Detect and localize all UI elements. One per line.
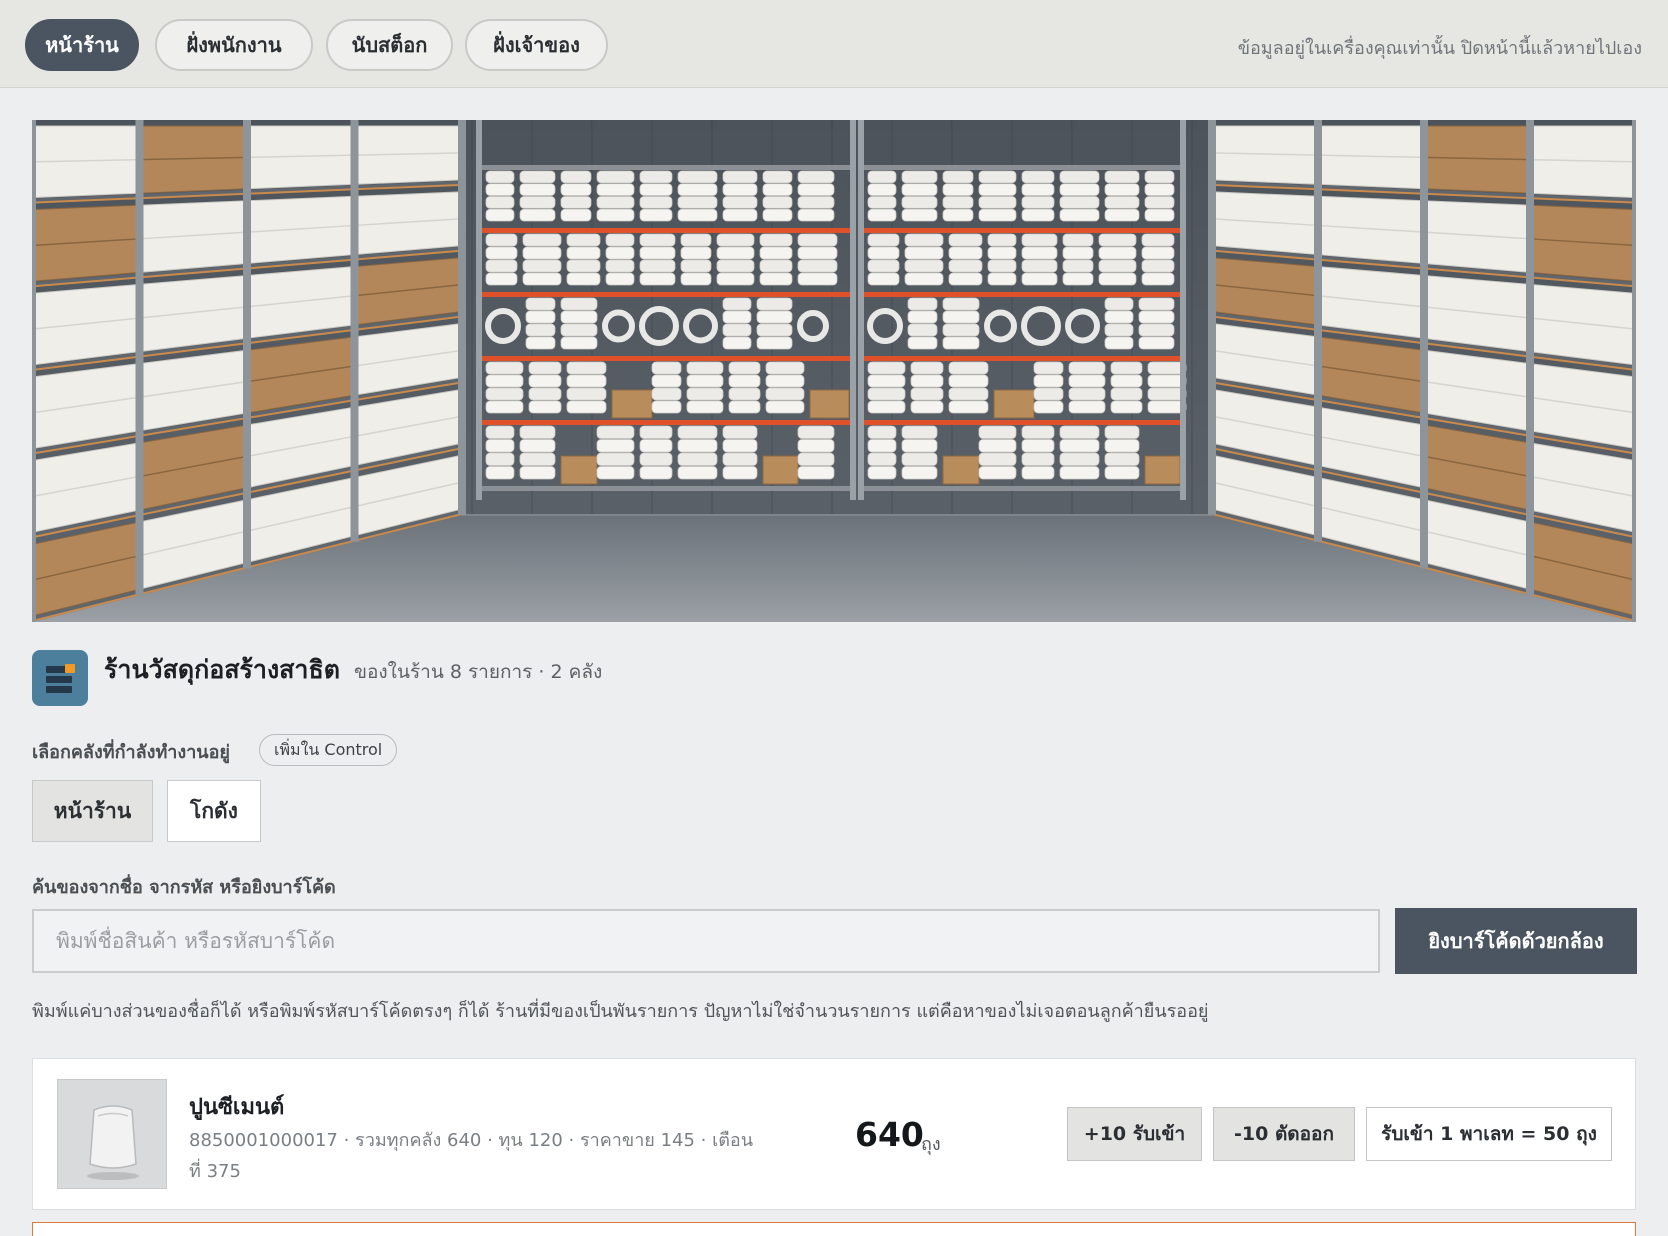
receive-pallet-button[interactable]: รับเข้า 1 พาเลท = 50 ถุง (1366, 1107, 1612, 1161)
product-card: ปูนซีเมนต์ 8850001000017 · รวมทุกคลัง 64… (32, 1058, 1636, 1210)
tab-staff[interactable]: ฝั่งพนักงาน (155, 19, 313, 71)
privacy-note: ข้อมูลอยู่ในเครื่องคุณเท่านั้น ปิดหน้านี… (1237, 38, 1642, 59)
product-quantity: 640 (855, 1115, 924, 1154)
warehouse-select-label: เลือกคลังที่กำลังทำงานอยู่ (32, 742, 230, 763)
search-input[interactable] (32, 909, 1380, 973)
cement-bag-icon (58, 1080, 166, 1188)
shop-logo (32, 650, 88, 706)
tab-owner[interactable]: ฝั่งเจ้าของ (465, 19, 608, 71)
tab-storefront[interactable]: หน้าร้าน (25, 19, 139, 71)
next-product-card (32, 1222, 1636, 1236)
search-hint: พิมพ์แค่บางส่วนของชื่อก็ได้ หรือพิมพ์รหั… (32, 1001, 1209, 1022)
logo-accent (65, 664, 75, 673)
product-name: ปูนซีเมนต์ (189, 1095, 285, 1120)
product-meta: 8850001000017 · รวมทุกคลัง 640 · ทุน 120… (189, 1130, 754, 1182)
top-nav: หน้าร้าน ฝั่งพนักงาน นับสต็อก ฝั่งเจ้าขอ… (0, 0, 1668, 88)
shop-summary: ของในร้าน 8 รายการ · 2 คลัง (354, 661, 603, 683)
tab-stock-count[interactable]: นับสต็อก (326, 19, 453, 71)
receive-10-button[interactable]: +10 รับเข้า (1067, 1107, 1202, 1161)
warehouse-option-storefront[interactable]: หน้าร้าน (32, 780, 153, 842)
warehouse-option-godown[interactable]: โกดัง (167, 780, 261, 842)
scan-barcode-button[interactable]: ยิงบาร์โค้ดด้วยกล้อง (1395, 908, 1637, 974)
add-in-control-pill[interactable]: เพิ่มใน Control (259, 734, 398, 766)
warehouse-hero-image (32, 120, 1636, 622)
cut-10-button[interactable]: -10 ตัดออก (1213, 1107, 1355, 1161)
search-label: ค้นของจากชื่อ จากรหัส หรือยิงบาร์โค้ด (32, 877, 336, 898)
warehouse-illustration (32, 120, 1636, 622)
shop-name: ร้านวัสดุก่อสร้างสาธิต (104, 655, 340, 684)
product-thumbnail (57, 1079, 167, 1189)
product-unit: ถุง (921, 1134, 941, 1155)
